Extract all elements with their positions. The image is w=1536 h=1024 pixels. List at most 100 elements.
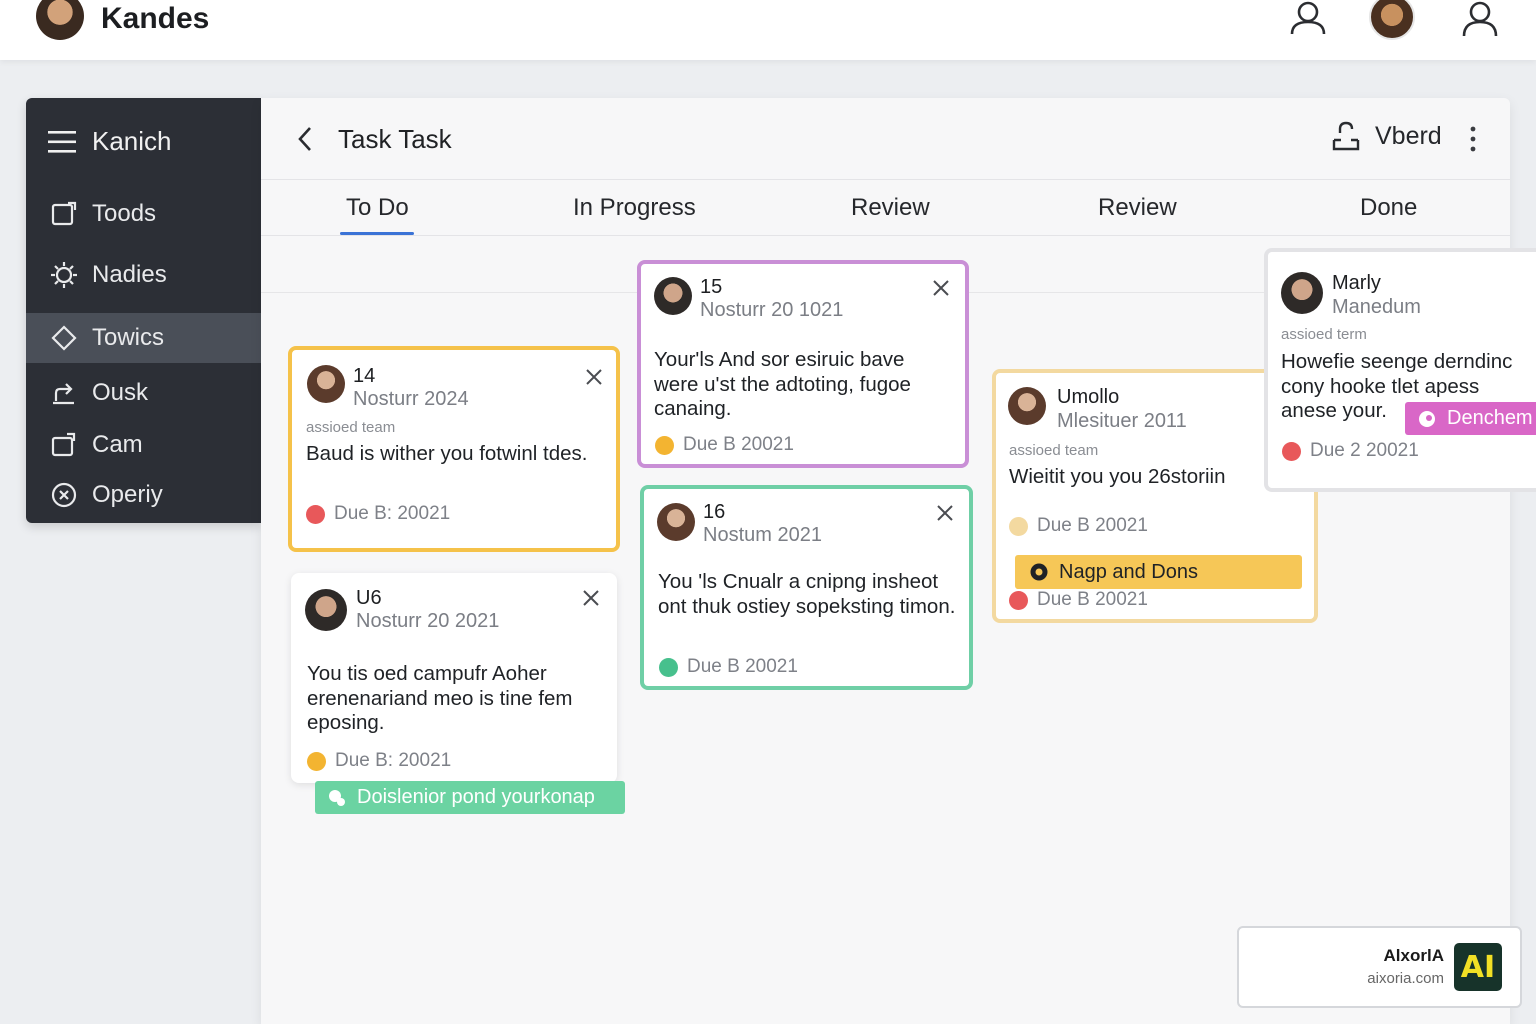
sidebar-title: Kanich	[92, 126, 172, 156]
due-label: Due 2 20021	[1310, 440, 1419, 461]
task-card[interactable]: Marly Manedum assioed term Howefie seeng…	[1264, 248, 1536, 492]
team-label: assioed team	[1009, 442, 1099, 459]
timer-icon	[1030, 563, 1048, 581]
card-subtitle: Nostum 2021	[703, 524, 822, 546]
card-subtitle: Nosturr 20 2021	[356, 610, 500, 632]
card-description: You tis oed campufr Aoher erenenariand m…	[307, 662, 573, 734]
due-date: Due B 20021	[1009, 589, 1148, 611]
sidebar-item-operiy[interactable]: Operiy	[26, 470, 261, 520]
edit-icon	[51, 432, 76, 457]
status-dot	[655, 435, 674, 455]
tag-label: Denchem	[1447, 407, 1533, 429]
card-id: 15	[700, 276, 723, 298]
user-icon[interactable]	[1288, 0, 1328, 40]
tab-in-progress[interactable]: In Progress	[573, 194, 696, 222]
gear-icon	[51, 262, 77, 288]
due-date: Due B 20021	[1009, 515, 1148, 537]
back-icon[interactable]	[291, 122, 321, 156]
tab-done[interactable]: Done	[1360, 194, 1417, 222]
brand-avatar	[36, 0, 84, 40]
team-label: assioed team	[306, 419, 396, 436]
close-circle-icon	[51, 482, 77, 508]
panel-header: Task Task Vberd	[261, 98, 1510, 180]
card-id: 14	[353, 365, 376, 387]
active-tab-indicator	[340, 232, 414, 235]
close-icon[interactable]	[931, 278, 951, 298]
lock-icon	[1332, 121, 1360, 151]
column-tabs: To Do In Progress Review Review Done	[261, 180, 1510, 236]
due-label: Due B 20021	[683, 434, 794, 455]
avatar	[654, 277, 692, 315]
avatar	[1281, 272, 1323, 314]
tab-review[interactable]: Review	[851, 194, 930, 222]
due-label: Due B: 20021	[335, 750, 452, 771]
sidebar-item-label: Nadies	[92, 261, 167, 288]
share-button[interactable]: Vberd	[1331, 120, 1442, 152]
sidebar-item-label: Towics	[92, 324, 165, 351]
task-card[interactable]: 15 Nosturr 20 1021 Your'ls And sor esiru…	[637, 260, 969, 468]
sidebar: Kanich Toods Nadies Towics Ousk Cam Oper…	[26, 98, 261, 523]
card-tag[interactable]: Doislenior pond yourkonap	[315, 781, 625, 814]
sidebar-item-ousk[interactable]: Ousk	[26, 368, 261, 418]
sidebar-header[interactable]: Kanich	[48, 126, 172, 157]
profile-icon[interactable]	[1460, 0, 1500, 40]
watermark-logo: AI	[1454, 943, 1502, 991]
logo-text: AI	[1460, 949, 1496, 985]
sidebar-item-label: Toods	[92, 200, 157, 227]
card-tag[interactable]: Denchem	[1405, 402, 1536, 435]
watermark-name: AlxorlA	[1383, 946, 1444, 965]
card-description: Baud is wither you fotwinl tdes.	[306, 442, 588, 465]
watermark-badge: AlxorlA aixoria.com AI	[1237, 926, 1522, 1008]
due-label: Due B 20021	[687, 656, 798, 677]
tab-review-2[interactable]: Review	[1098, 194, 1177, 222]
user-avatar[interactable]	[1369, 0, 1415, 40]
sidebar-item-label: Cam	[92, 431, 143, 458]
due-date: Due B: 20021	[307, 750, 451, 772]
card-tag[interactable]: Nagp and Dons	[1015, 555, 1302, 589]
brand-title: Kandes	[101, 2, 210, 35]
sidebar-item-label: Ousk	[92, 379, 149, 406]
watermark-url: aixoria.com	[1367, 970, 1444, 987]
card-id: Marly	[1332, 272, 1381, 294]
share-label: Vberd	[1375, 121, 1442, 150]
tag-label: Nagp and Dons	[1059, 560, 1198, 583]
task-card[interactable]: 14 Nosturr 2024 assioed team Baud is wit…	[288, 346, 620, 552]
team-label: assioed term	[1281, 326, 1367, 343]
task-card[interactable]: 16 Nostum 2021 You 'ls Cnualr a cnipng i…	[640, 485, 973, 690]
due-date: Due B 20021	[655, 434, 794, 456]
close-icon[interactable]	[584, 367, 604, 387]
sidebar-item-toods[interactable]: Toods	[26, 189, 261, 239]
sidebar-item-nadies[interactable]: Nadies	[26, 250, 261, 300]
card-id: Umollo	[1057, 386, 1120, 408]
card-id: 16	[703, 501, 726, 523]
card-subtitle: Nosturr 20 1021	[700, 299, 844, 321]
due-label: Due B: 20021	[334, 503, 451, 524]
task-card[interactable]: U6 Nosturr 20 2021 You tis oed campufr A…	[291, 573, 617, 783]
top-bar: Kandes	[0, 0, 1536, 60]
tab-to-do[interactable]: To Do	[346, 194, 409, 222]
edit-icon	[51, 201, 77, 226]
due-date: Due B 20021	[659, 656, 798, 678]
avatar	[1008, 387, 1046, 425]
due-date: Due B: 20021	[306, 503, 450, 525]
card-subtitle: Nosturr 2024	[353, 388, 469, 410]
card-subtitle: Manedum	[1332, 296, 1421, 318]
avatar	[657, 503, 695, 541]
sidebar-item-cam[interactable]: Cam	[26, 420, 261, 470]
due-label: Due B 20021	[1037, 515, 1148, 536]
avatar	[305, 589, 347, 631]
close-icon[interactable]	[581, 588, 601, 608]
close-icon[interactable]	[935, 503, 955, 523]
status-dot	[306, 504, 325, 524]
chat-icon	[1419, 410, 1435, 427]
sidebar-item-towics[interactable]: Towics	[26, 313, 261, 363]
card-description: Your'ls And sor esiruic bave were u'st t…	[654, 348, 911, 420]
status-dot	[1282, 441, 1301, 461]
more-icon[interactable]	[1461, 124, 1485, 154]
status-dot	[659, 657, 678, 677]
diamond-icon	[51, 325, 77, 351]
chat-icon	[329, 789, 345, 806]
avatar	[307, 365, 345, 403]
menu-icon[interactable]	[48, 130, 76, 154]
status-dot	[1009, 590, 1028, 610]
